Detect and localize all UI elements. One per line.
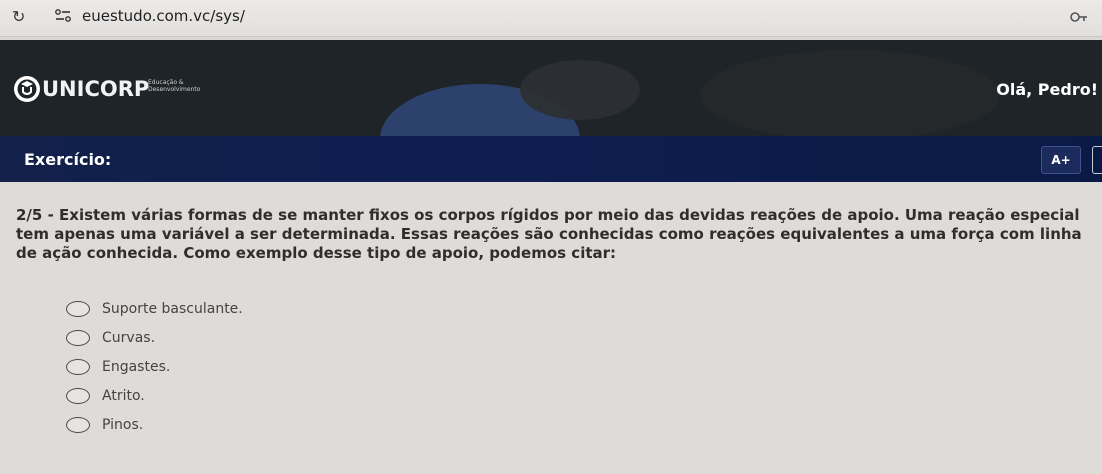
address-bar-url[interactable]: euestudo.com.vc/sys/: [82, 7, 245, 25]
logo-text: UNICORP: [42, 77, 150, 101]
exercise-bar: Exercício: A+: [0, 136, 1102, 182]
radio-button[interactable]: [66, 329, 90, 346]
question-text: 2/5 - Existem várias formas de se manter…: [16, 206, 1082, 262]
option-label[interactable]: Pinos.: [102, 417, 143, 433]
option-label[interactable]: Curvas.: [102, 330, 155, 346]
answer-option[interactable]: Pinos.: [66, 410, 243, 439]
option-label[interactable]: Atrito.: [102, 388, 145, 404]
exercise-content: 2/5 - Existem várias formas de se manter…: [0, 182, 1102, 474]
header-decoration: [700, 50, 1000, 136]
radio-button[interactable]: [66, 387, 90, 404]
browser-toolbar: ↻ euestudo.com.vc/sys/: [0, 0, 1102, 37]
key-icon[interactable]: [1070, 10, 1088, 24]
radio-button[interactable]: [66, 358, 90, 375]
site-header: UNICORP Educação & Desenvolvimento Olá, …: [0, 40, 1102, 136]
logo-subtitle: Educação & Desenvolvimento: [148, 79, 201, 93]
answer-option[interactable]: Atrito.: [66, 381, 243, 410]
radio-button[interactable]: [66, 300, 90, 317]
site-info-icon[interactable]: [54, 7, 72, 25]
option-label[interactable]: Engastes.: [102, 359, 170, 375]
header-decoration: [520, 60, 640, 120]
reload-icon[interactable]: ↻: [12, 8, 30, 26]
option-label[interactable]: Suporte basculante.: [102, 301, 243, 317]
user-greeting: Olá, Pedro!: [996, 80, 1098, 99]
logo-emblem-icon: [14, 76, 40, 102]
answer-option[interactable]: Curvas.: [66, 323, 243, 352]
exercise-title: Exercício:: [24, 150, 112, 169]
toolbar-button[interactable]: [1092, 146, 1102, 174]
answer-options: Suporte basculante. Curvas. Engastes. At…: [66, 294, 243, 439]
answer-option[interactable]: Suporte basculante.: [66, 294, 243, 323]
answer-option[interactable]: Engastes.: [66, 352, 243, 381]
increase-font-button[interactable]: A+: [1041, 146, 1081, 174]
radio-button[interactable]: [66, 416, 90, 433]
